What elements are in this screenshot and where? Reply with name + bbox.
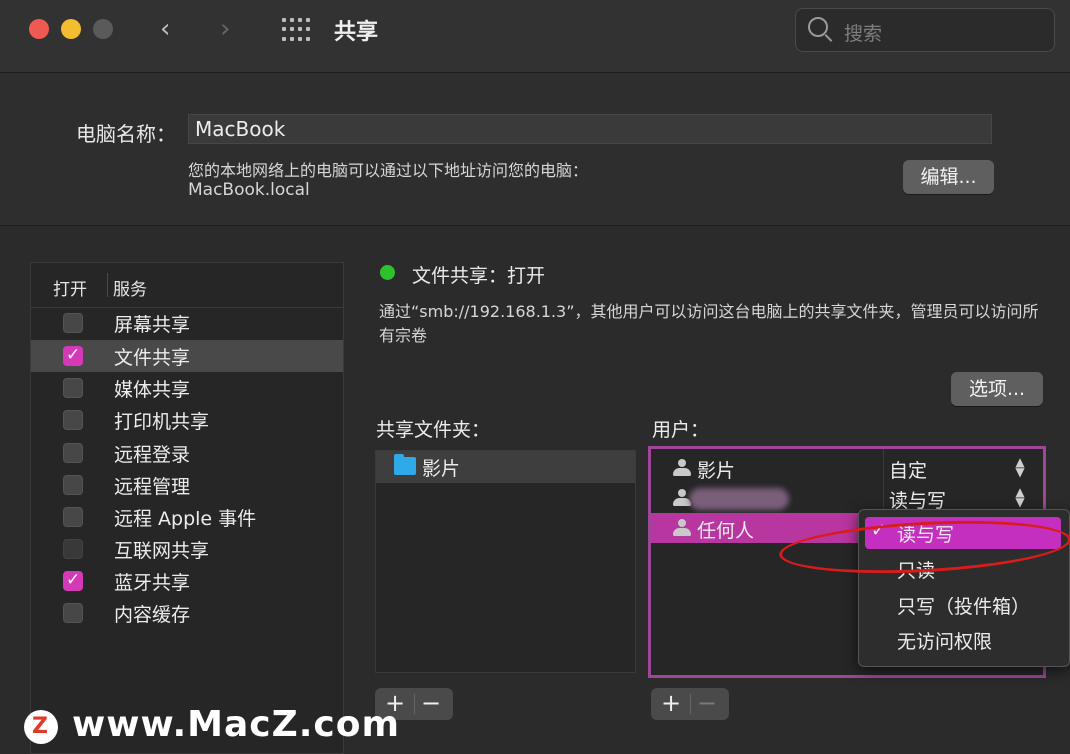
- shared-folders-list: 影片: [375, 450, 636, 673]
- service-label: 文件共享: [114, 347, 191, 369]
- checkbox[interactable]: [63, 507, 83, 527]
- checkbox-checked[interactable]: [63, 345, 83, 366]
- menu-item-label: 只写（投件箱）: [897, 596, 1031, 618]
- checkbox[interactable]: [63, 378, 83, 398]
- close-window-button[interactable]: [29, 19, 49, 39]
- folder-row[interactable]: 影片: [376, 451, 635, 483]
- computer-name-section: [0, 73, 1070, 226]
- edit-button[interactable]: 编辑...: [903, 160, 994, 194]
- service-row-screen-sharing[interactable]: 屏幕共享: [31, 307, 343, 339]
- stepper-icon[interactable]: ▲ ▼: [1013, 456, 1027, 478]
- service-label: 屏幕共享: [114, 314, 191, 336]
- menu-item-write-only[interactable]: 只写（投件箱）: [865, 589, 1061, 621]
- title-bar: ‹ › 共享 搜索: [0, 0, 1070, 73]
- checkbox[interactable]: [63, 313, 83, 333]
- user-name: 影片: [697, 460, 736, 482]
- service-row-remote-login[interactable]: 远程登录: [31, 437, 343, 469]
- service-row-file-sharing[interactable]: 文件共享: [31, 340, 343, 372]
- service-label: 蓝牙共享: [114, 572, 191, 594]
- search-placeholder: 搜索: [844, 23, 883, 45]
- service-row-remote-apple-events[interactable]: 远程 Apple 事件: [31, 501, 343, 533]
- service-label: 打印机共享: [114, 411, 210, 433]
- search-icon: [808, 17, 828, 37]
- checkbox[interactable]: [63, 603, 83, 623]
- sharing-description: 通过“smb://192.168.1.3”，其他用户可以访问这台电脑上的共享文件…: [379, 302, 1039, 345]
- search-field[interactable]: 搜索: [795, 8, 1055, 52]
- menu-item-no-access[interactable]: 无访问权限: [865, 624, 1061, 656]
- column-header-service[interactable]: 服务: [113, 275, 147, 300]
- button-divider: [414, 694, 415, 714]
- status-text: 文件共享：打开: [412, 265, 546, 287]
- folder-label: 影片: [422, 458, 461, 480]
- checkbox-checked[interactable]: [63, 570, 83, 591]
- menu-item-label: 无访问权限: [897, 631, 993, 653]
- remove-user-button[interactable]: −: [697, 689, 717, 717]
- permission-column-divider: [883, 449, 884, 509]
- watermark-text: www.MacZ.com: [72, 704, 400, 745]
- zoom-window-button[interactable]: [93, 19, 113, 39]
- service-label: 远程 Apple 事件: [114, 508, 257, 530]
- permission-value[interactable]: 自定: [889, 456, 927, 483]
- service-label: 远程管理: [114, 476, 191, 498]
- column-divider: [107, 273, 108, 297]
- service-row-content-caching[interactable]: 内容缓存: [31, 597, 343, 629]
- checkbox[interactable]: [63, 443, 83, 463]
- service-label: 远程登录: [114, 444, 191, 466]
- button-divider: [690, 694, 691, 714]
- service-row-internet-sharing[interactable]: 互联网共享: [31, 533, 343, 565]
- service-row-media-sharing[interactable]: 媒体共享: [31, 372, 343, 404]
- service-row-remote-management[interactable]: 远程管理: [31, 469, 343, 501]
- window-title: 共享: [334, 20, 379, 45]
- remove-folder-button[interactable]: −: [421, 689, 441, 717]
- users-label: 用户：: [652, 419, 710, 441]
- service-label: 互联网共享: [114, 540, 210, 562]
- add-user-button[interactable]: +: [661, 689, 681, 717]
- show-all-grid-icon[interactable]: [282, 18, 310, 42]
- group-icon: [671, 459, 693, 477]
- checkbox[interactable]: [63, 410, 83, 430]
- column-header-on[interactable]: 打开: [53, 275, 87, 300]
- checkbox-disabled[interactable]: [63, 539, 83, 559]
- status-indicator-icon: [380, 265, 395, 280]
- group-icon: [671, 519, 693, 537]
- watermark-logo-letter: Z: [32, 714, 48, 739]
- shared-folders-label: 共享文件夹：: [376, 419, 491, 441]
- service-label: 媒体共享: [114, 379, 191, 401]
- user-name: 任何人: [697, 520, 755, 542]
- service-row-bluetooth-sharing[interactable]: 蓝牙共享: [31, 565, 343, 597]
- chevron-left-icon[interactable]: ‹: [160, 14, 170, 44]
- user-row-group[interactable]: 影片 自定 ▲ ▼: [651, 453, 1043, 483]
- options-button[interactable]: 选项...: [951, 372, 1043, 406]
- services-list: 打开 服务 屏幕共享 文件共享 媒体共享 打印机共享 远程登录 远程管理 远程 …: [30, 262, 344, 754]
- computer-name-label: 电脑名称：: [76, 122, 176, 146]
- services-header: 打开 服务: [31, 263, 343, 308]
- folder-icon: [394, 454, 416, 475]
- address-host: MacBook.local: [188, 180, 310, 200]
- stepper-icon[interactable]: ▲ ▼: [1013, 486, 1027, 508]
- address-description: 您的本地网络上的电脑可以通过以下地址访问您的电脑：: [188, 161, 589, 180]
- computer-name-input[interactable]: MacBook: [188, 114, 992, 144]
- redacted-username: [689, 488, 789, 510]
- checkbox[interactable]: [63, 475, 83, 495]
- service-row-printer-sharing[interactable]: 打印机共享: [31, 404, 343, 436]
- chevron-right-icon[interactable]: ›: [220, 14, 230, 44]
- watermark-logo-icon: Z: [24, 710, 58, 744]
- service-label: 内容缓存: [114, 604, 191, 626]
- users-add-remove-control: + −: [651, 688, 729, 720]
- minimize-window-button[interactable]: [61, 19, 81, 39]
